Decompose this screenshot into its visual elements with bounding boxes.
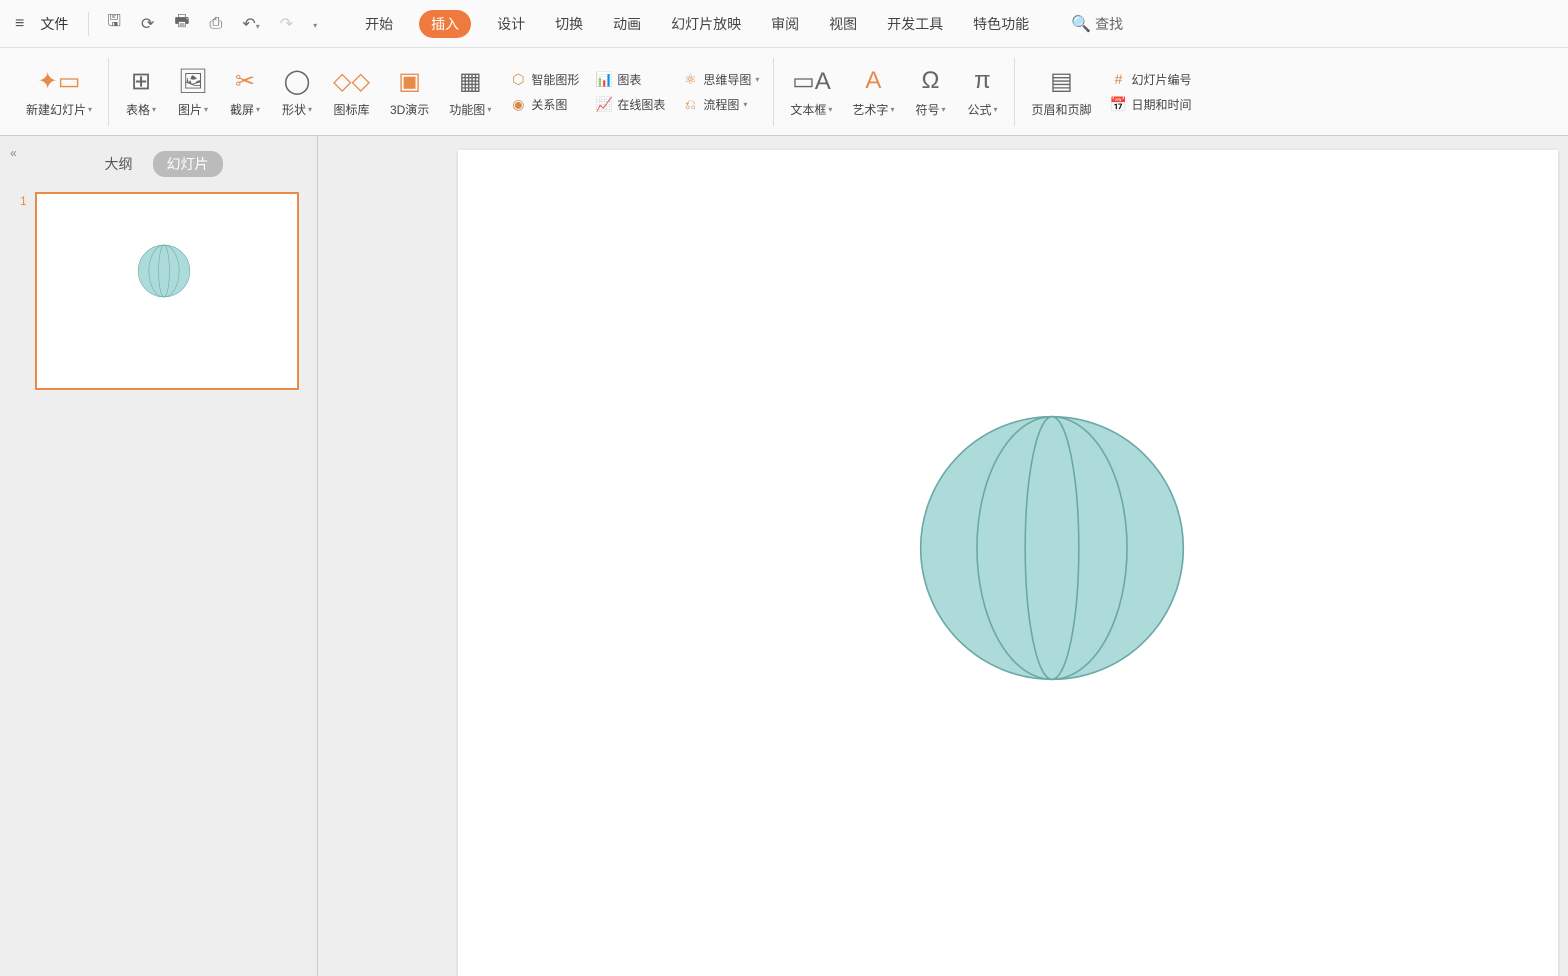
save-as-icon[interactable]: ⟳ [135,12,160,36]
formula-icon: π [974,65,991,97]
iconlib-icon: ◇◇ [333,65,370,97]
tab-start[interactable]: 开始 [361,8,397,40]
picture-button[interactable]: 🖼 图片▾ [171,61,215,122]
table-button[interactable]: ⊞ 表格▾ [119,61,163,122]
slidenumber-icon: # [1109,71,1127,87]
3d-icon: ▣ [398,65,421,97]
relation-button[interactable]: ◉ 关系图 [505,94,583,115]
print-preview-icon[interactable]: ⎙ [204,13,229,35]
screenshot-icon: ✂ [235,65,255,97]
print-icon[interactable]: 🖶 [168,8,195,39]
symbol-icon: Ω [921,65,939,97]
chart-button[interactable]: 📊 图表 [591,69,669,90]
chart-icon: 📊 [595,71,613,88]
tabs-container: 开始 插入 设计 切换 动画 幻灯片放映 审阅 视图 开发工具 特色功能 [361,8,1033,40]
workspace: « 大纲 幻灯片 1 [0,136,1568,976]
menu-file[interactable]: 文件 [32,10,76,38]
panel-tab-outline[interactable]: 大纲 [95,150,143,178]
tab-animation[interactable]: 动画 [609,8,645,40]
thumb-container: 1 [12,192,305,390]
slide-thumbnail-1[interactable] [35,192,299,390]
online-chart-button[interactable]: 📈 在线图表 [591,94,669,115]
thumb-number: 1 [20,192,27,390]
mindmap-icon: ⚛ [681,71,699,88]
mindmap-button[interactable]: ⚛ 思维导图▾ [677,69,763,90]
textbox-button[interactable]: ▭A 文本框▾ [784,61,838,122]
table-icon: ⊞ [131,65,151,97]
panel-collapse-icon[interactable]: « [10,146,17,160]
thumb-sphere-shape [137,244,191,298]
relation-icon: ◉ [509,96,527,113]
shape-icon: ◯ [284,65,311,97]
undo-icon[interactable]: ↶▾ [236,12,265,36]
datetime-button[interactable]: 📅 日期和时间 [1105,94,1195,115]
datetime-icon: 📅 [1109,96,1127,113]
save-icon[interactable]: 🖫 [101,8,127,39]
textbox-icon: ▭A [792,65,831,97]
menu-bar: ≡ 文件 🖫 ⟳ 🖶 ⎙ ↶▾ ↷ ▾ 开始 插入 设计 切换 动画 幻灯片放映… [0,0,1568,48]
slide-canvas[interactable] [458,150,1558,976]
panel-tab-slides[interactable]: 幻灯片 [153,151,223,177]
tab-features[interactable]: 特色功能 [969,8,1033,40]
new-slide-button[interactable]: ✦▭ 新建幻灯片▾ [20,61,98,122]
canvas-area [318,136,1568,976]
smartgraphic-icon: ⬡ [509,71,527,88]
screenshot-button[interactable]: ✂ 截屏▾ [223,61,267,122]
hamburger-icon[interactable]: ≡ [15,15,24,33]
tab-developer[interactable]: 开发工具 [883,8,947,40]
menu-divider [88,12,89,36]
new-slide-icon: ✦▭ [38,65,81,97]
wordart-icon: A [865,65,881,97]
iconlib-button[interactable]: ◇◇ 图标库 [327,61,376,122]
headerfooter-icon: ▤ [1050,65,1073,97]
shape-button[interactable]: ◯ 形状▾ [275,61,319,122]
featuremap-button[interactable]: ▦ 功能图▾ [443,61,497,122]
smart-graphic-button[interactable]: ⬡ 智能图形 [505,69,583,90]
flowchart-button[interactable]: ⎌ 流程图▾ [677,94,763,115]
tab-transition[interactable]: 切换 [551,8,587,40]
more-icon[interactable]: ▾ [307,13,323,35]
search-icon: 🔍 [1071,14,1091,34]
tab-design[interactable]: 设计 [493,8,529,40]
search-area[interactable]: 🔍 查找 [1071,14,1123,34]
search-label: 查找 [1095,14,1123,34]
formula-button[interactable]: π 公式▾ [960,61,1004,122]
tab-review[interactable]: 审阅 [767,8,803,40]
wordart-button[interactable]: A 艺术字▾ [846,61,900,122]
sphere-shape[interactable] [918,414,1186,682]
tab-view[interactable]: 视图 [825,8,861,40]
redo-icon[interactable]: ↷ [274,12,299,36]
tab-insert[interactable]: 插入 [419,10,471,38]
picture-icon: 🖼 [178,65,208,97]
symbol-button[interactable]: Ω 符号▾ [908,61,952,122]
3d-presentation-button[interactable]: ▣ 3D演示 [384,61,435,122]
onlinechart-icon: 📈 [595,96,613,113]
featuremap-icon: ▦ [459,65,482,97]
slide-number-button[interactable]: # 幻灯片编号 [1105,69,1195,90]
tab-slideshow[interactable]: 幻灯片放映 [667,8,745,40]
ribbon: ✦▭ 新建幻灯片▾ ⊞ 表格▾ 🖼 图片▾ ✂ 截屏▾ ◯ 形状▾ ◇◇ 图标库… [0,48,1568,136]
flowchart-icon: ⎌ [681,96,699,113]
slide-panel: « 大纲 幻灯片 1 [0,136,318,976]
header-footer-button[interactable]: ▤ 页眉和页脚 [1025,61,1097,122]
panel-tabs: 大纲 幻灯片 [12,150,305,178]
